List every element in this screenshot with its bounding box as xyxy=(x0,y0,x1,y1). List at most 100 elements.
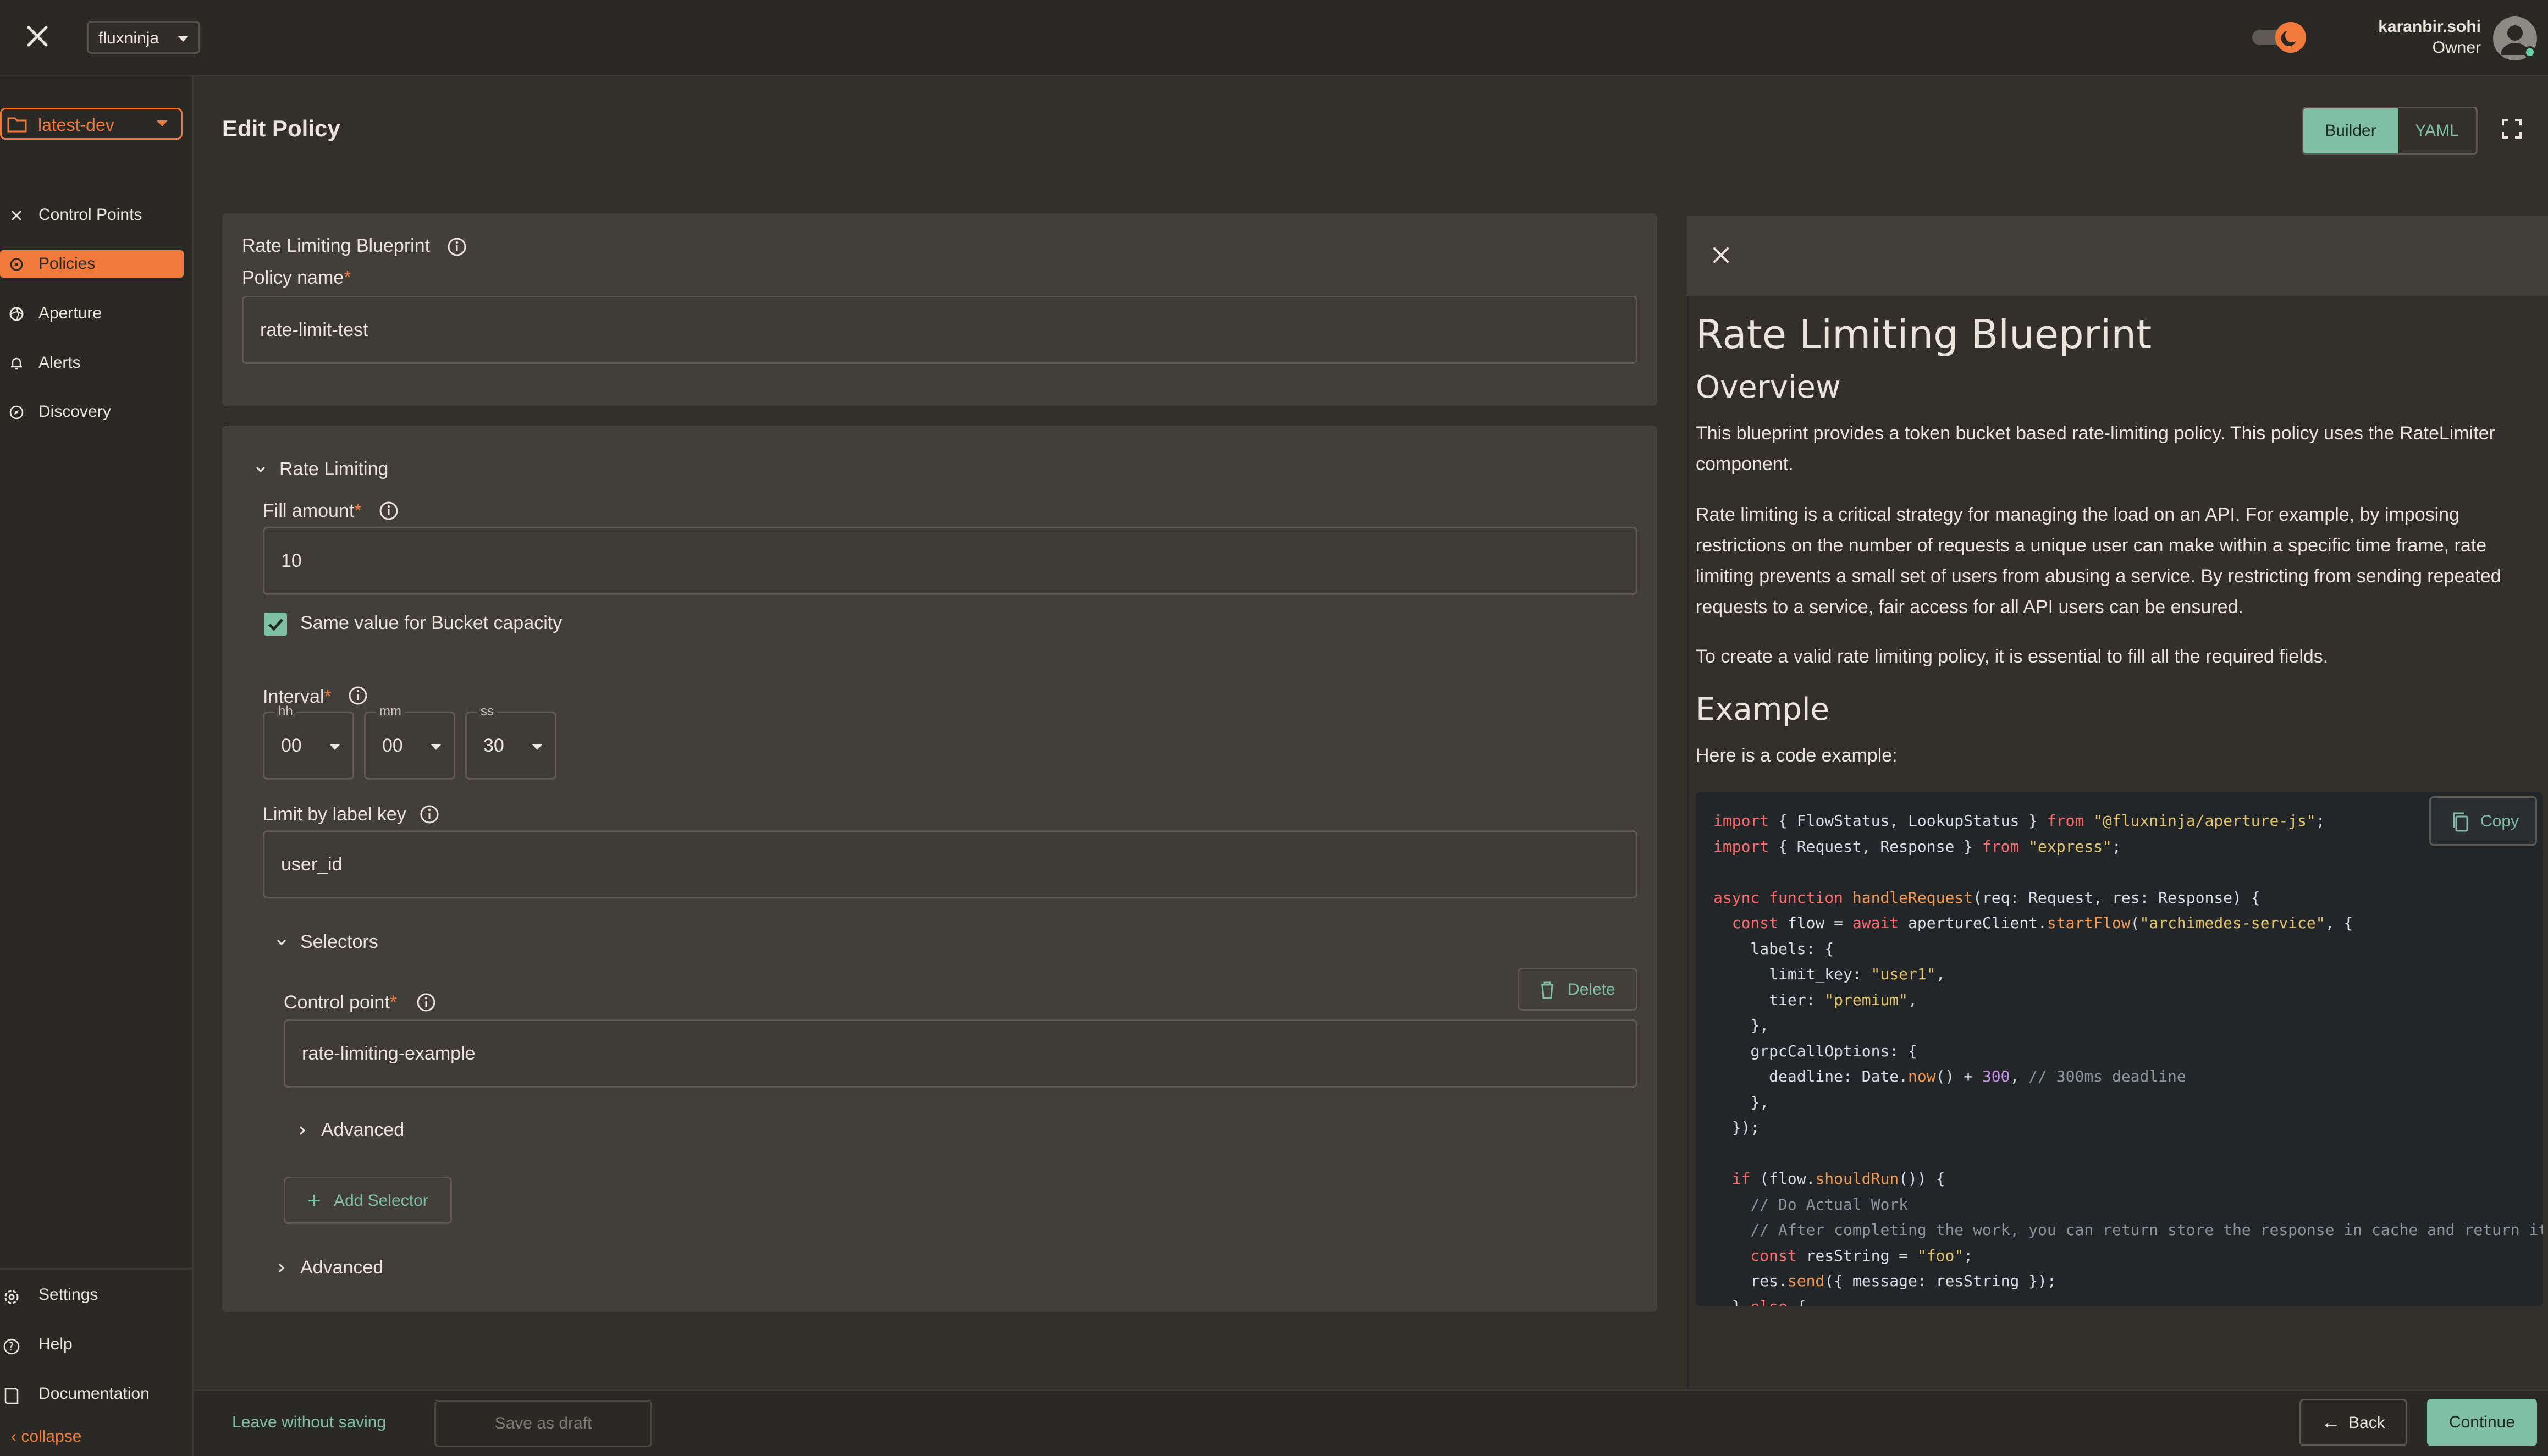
interval-minutes-select[interactable]: 00 xyxy=(364,712,455,780)
sidebar-item-documentation[interactable]: Documentation xyxy=(0,1380,184,1408)
policy-name-label: Policy name* xyxy=(242,267,351,288)
sidebar-item-help[interactable]: ? Help xyxy=(0,1331,184,1358)
interval-seconds-caption: ss xyxy=(477,704,497,719)
info-icon[interactable] xyxy=(378,500,399,521)
blueprint-label: Rate Limiting Blueprint xyxy=(242,235,431,256)
org-select[interactable]: fluxninja xyxy=(87,21,200,54)
chevron-down-icon[interactable] xyxy=(253,462,268,477)
docs-paragraph-2: Rate limiting is a critical strategy for… xyxy=(1696,504,2501,617)
docs-overview-heading: Overview xyxy=(1696,369,1841,405)
collapse-label: collapse xyxy=(21,1427,82,1446)
gear-icon xyxy=(2,1288,19,1304)
policy-icon xyxy=(9,257,24,272)
view-toggle: Builder YAML xyxy=(2302,107,2478,155)
sidebar-item-policies[interactable]: Policies xyxy=(0,250,184,278)
docs-title: Rate Limiting Blueprint xyxy=(1696,311,2152,357)
interval-hours-select[interactable]: 00 xyxy=(263,712,354,780)
interval-seconds-select[interactable]: 30 xyxy=(465,712,556,780)
interval-hours-caption: hh xyxy=(275,704,296,719)
same-value-checkbox[interactable] xyxy=(264,613,287,636)
sidebar-item-label: Discovery xyxy=(38,402,111,421)
close-icon[interactable] xyxy=(22,21,53,52)
copy-button[interactable]: Copy xyxy=(2429,796,2537,846)
interval-label: Interval* xyxy=(263,686,332,707)
leave-without-saving-link[interactable]: Leave without saving xyxy=(232,1413,386,1432)
aperture-icon xyxy=(9,306,24,322)
docs-example-intro: Here is a code example: xyxy=(1696,745,1898,766)
plus-icon: + xyxy=(307,1187,321,1213)
project-select-value: latest-dev xyxy=(38,115,114,135)
docs-panel-header xyxy=(1687,216,2548,296)
sidebar-item-aperture[interactable]: Aperture xyxy=(0,300,184,327)
builder-tab[interactable]: Builder xyxy=(2303,108,2398,153)
selectors-section-toggle[interactable]: Selectors xyxy=(300,931,378,953)
compass-icon xyxy=(9,405,24,420)
user-name: karanbir.sohi xyxy=(2378,18,2481,36)
sidebar-item-discovery[interactable]: Discovery xyxy=(0,398,184,426)
top-bar xyxy=(0,0,2548,76)
yaml-tab[interactable]: YAML xyxy=(2398,108,2476,153)
continue-button[interactable]: Continue xyxy=(2427,1399,2537,1446)
trash-icon xyxy=(1541,981,1553,999)
docs-paragraph-3: To create a valid rate limiting policy, … xyxy=(1696,646,2329,667)
info-icon[interactable] xyxy=(348,685,368,706)
sidebar-divider xyxy=(0,1268,194,1270)
chevron-left-icon: ‹ xyxy=(11,1427,16,1446)
org-select-value: fluxninja xyxy=(98,29,159,47)
sidebar-item-label: Aperture xyxy=(38,304,102,322)
sidebar xyxy=(0,76,194,1456)
chevron-down-icon xyxy=(431,744,442,750)
limit-label-key-label: Limit by label key xyxy=(263,804,406,825)
bell-icon xyxy=(9,356,24,371)
sidebar-item-label: Alerts xyxy=(38,354,81,372)
project-select[interactable]: latest-dev xyxy=(0,108,183,140)
selector-advanced-toggle[interactable]: Advanced xyxy=(321,1119,404,1141)
info-icon[interactable] xyxy=(419,804,440,825)
fullscreen-icon[interactable] xyxy=(2500,117,2524,141)
docs-paragraph-1: This blueprint provides a token bucket b… xyxy=(1696,423,2495,475)
policy-name-input[interactable]: rate-limit-test xyxy=(242,296,1637,364)
sidebar-item-alerts[interactable]: Alerts xyxy=(0,349,184,377)
back-button[interactable]: ← Back xyxy=(2299,1399,2407,1446)
chevron-right-icon[interactable] xyxy=(295,1123,310,1138)
control-point-label: Control point* xyxy=(284,992,398,1013)
interval-minutes-caption: mm xyxy=(376,704,405,719)
sidebar-item-label: Documentation xyxy=(38,1385,150,1403)
chevron-down-icon xyxy=(532,744,543,750)
rate-limiting-advanced-toggle[interactable]: Advanced xyxy=(300,1257,383,1278)
control-point-input[interactable]: rate-limiting-example xyxy=(284,1019,1637,1088)
chevron-down-icon xyxy=(178,36,189,42)
fill-amount-input[interactable]: 10 xyxy=(263,527,1637,595)
svg-text:?: ? xyxy=(8,1340,14,1353)
rate-limiting-section-toggle[interactable]: Rate Limiting xyxy=(279,459,388,480)
chevron-down-icon xyxy=(157,120,168,126)
sidebar-item-label: Settings xyxy=(38,1286,98,1304)
close-icon[interactable] xyxy=(1709,243,1733,267)
help-icon: ? xyxy=(2,1337,20,1355)
info-icon[interactable] xyxy=(416,992,437,1013)
chevron-down-icon xyxy=(329,744,340,750)
chevron-down-icon[interactable] xyxy=(274,935,289,950)
fill-amount-label: Fill amount* xyxy=(263,500,362,521)
copy-icon xyxy=(2453,812,2468,832)
arrow-left-icon: ← xyxy=(2321,1410,2341,1433)
chevron-right-icon[interactable] xyxy=(274,1260,289,1276)
code-lines: import { FlowStatus, LookupStatus } from… xyxy=(1713,812,2543,1306)
book-icon xyxy=(2,1387,19,1404)
add-selector-button[interactable]: + Add Selector xyxy=(284,1177,452,1224)
sidebar-item-control-points[interactable]: Control Points xyxy=(0,201,184,229)
online-status-dot xyxy=(2524,46,2536,58)
user-role: Owner xyxy=(2432,38,2481,57)
save-draft-button[interactable]: Save as draft xyxy=(434,1400,652,1447)
folder-icon xyxy=(7,116,27,133)
delete-selector-button[interactable]: Delete xyxy=(1518,968,1637,1011)
theme-toggle[interactable] xyxy=(2249,22,2309,53)
info-icon[interactable] xyxy=(446,236,467,257)
sidebar-item-settings[interactable]: Settings xyxy=(0,1281,184,1309)
page-title: Edit Policy xyxy=(222,115,340,141)
sidebar-item-label: Help xyxy=(38,1335,73,1353)
collapse-sidebar[interactable]: ‹ collapse xyxy=(11,1427,81,1446)
sidebar-item-label: Policies xyxy=(38,255,96,273)
limit-label-key-input[interactable]: user_id xyxy=(263,830,1637,898)
code-example: import { FlowStatus, LookupStatus } from… xyxy=(1696,792,2543,1306)
